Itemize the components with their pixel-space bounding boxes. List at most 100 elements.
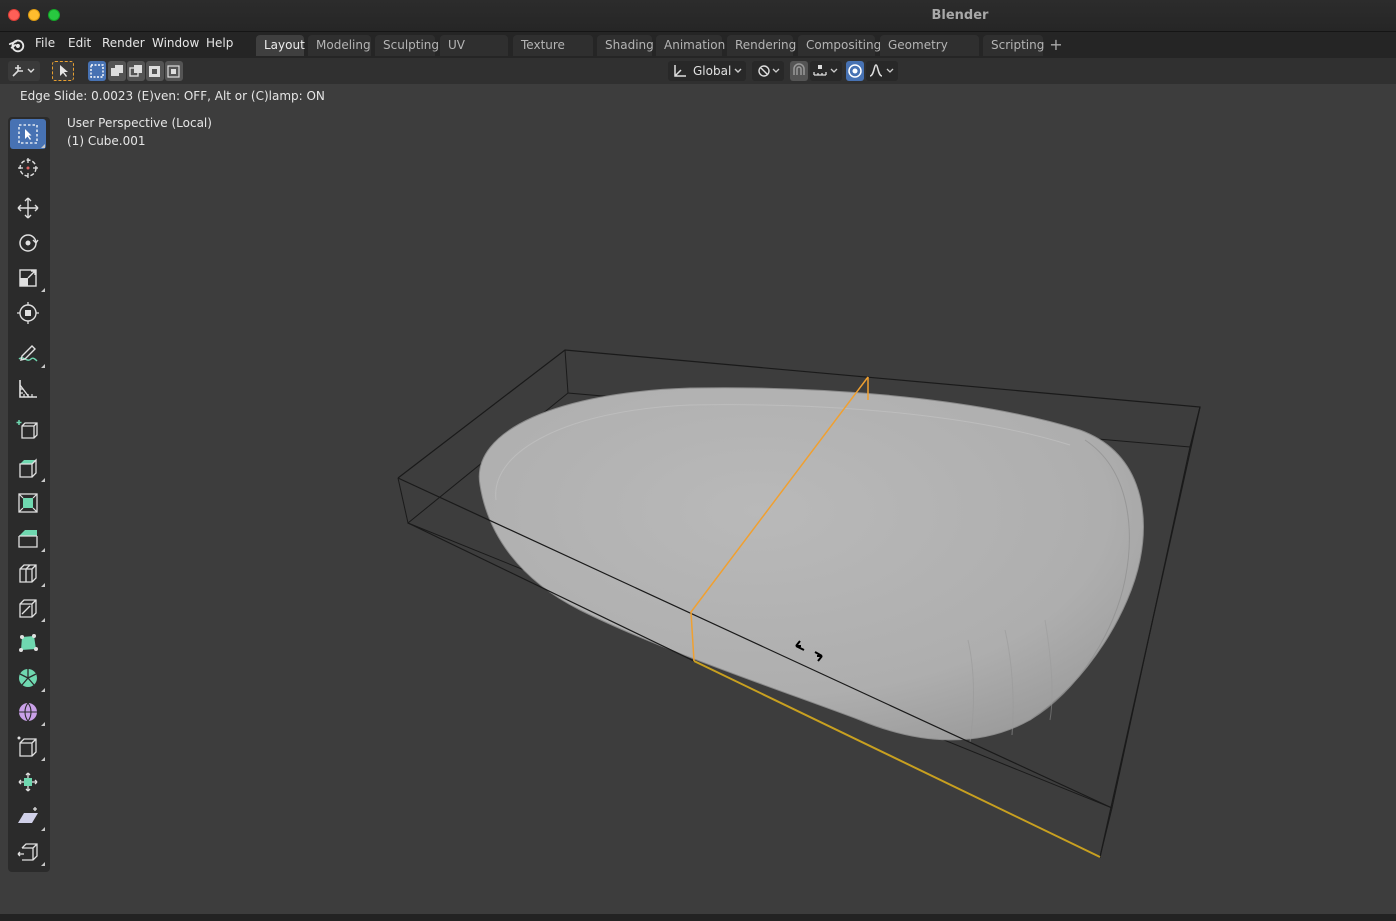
tool-rotate[interactable] — [10, 228, 46, 258]
snap-toggle[interactable] — [790, 61, 808, 81]
select-mode-extend-button[interactable] — [108, 61, 126, 81]
extrude-region-icon — [19, 458, 37, 478]
tool-cursor[interactable] — [10, 153, 46, 183]
tab-geometry-nodes[interactable]: Geometry Nodes — [880, 35, 979, 73]
object-name-label: (1) Cube.001 — [67, 134, 146, 148]
magnet-icon — [793, 63, 805, 75]
select-subtract-icon — [129, 65, 142, 77]
tool-poly-build[interactable] — [10, 628, 46, 658]
chevron-down-icon — [734, 68, 742, 73]
select-mode-subtract-button[interactable] — [127, 61, 145, 81]
operation-status-text: Edge Slide: 0.0023 (E)ven: OFF, Alt or (… — [20, 89, 325, 103]
menu-edit[interactable]: Edit — [68, 36, 91, 50]
tool-shelf — [8, 117, 50, 872]
tab-sculpting[interactable]: Sculpting — [375, 35, 439, 56]
select-extend-icon — [111, 65, 123, 76]
knife-icon — [19, 599, 37, 618]
tab-shading[interactable]: Shading — [597, 35, 654, 56]
tab-texture-paint[interactable]: Texture Paint — [513, 35, 593, 73]
menu-file[interactable]: File — [35, 36, 55, 50]
select-invert-icon — [149, 66, 160, 77]
add-workspace-button[interactable]: + — [1046, 35, 1066, 56]
tool-move[interactable] — [10, 193, 46, 223]
window-title: Blender — [931, 8, 989, 23]
top-bar: File Edit Render Window Help Layout Mode… — [0, 32, 1396, 73]
transform-icon — [17, 302, 39, 324]
menu-help[interactable]: Help — [206, 36, 233, 50]
select-intersect-icon — [167, 65, 180, 78]
viewport-header: Global — [0, 58, 1396, 84]
active-tool-indicator[interactable] — [52, 61, 74, 81]
bevel-icon — [18, 530, 38, 548]
tab-uv-editing[interactable]: UV Editing — [440, 35, 508, 73]
status-bar — [0, 914, 1396, 921]
transform-orientation-dropdown[interactable]: Global — [668, 61, 746, 81]
spin-icon — [19, 669, 37, 687]
3d-viewport[interactable]: User Perspective (Local) (1) Cube.001 — [0, 84, 1396, 914]
tool-bevel[interactable] — [10, 523, 46, 553]
poly-build-icon — [19, 634, 38, 652]
orientation-value: Global — [693, 64, 732, 78]
tool-annotate[interactable] — [10, 339, 46, 369]
tool-smooth[interactable] — [10, 697, 46, 727]
tab-rendering[interactable]: Rendering — [727, 35, 796, 56]
tool-loop-cut[interactable] — [10, 558, 46, 588]
tool-extrude-region[interactable] — [10, 453, 46, 483]
cursor-arrow-icon — [60, 65, 68, 77]
perspective-label: User Perspective (Local) — [67, 116, 212, 130]
3d-cursor-icon — [18, 158, 38, 178]
tab-layout[interactable]: Layout — [256, 35, 305, 56]
select-new-icon — [90, 64, 104, 78]
tab-compositing[interactable]: Compositing — [798, 35, 881, 56]
tool-transform[interactable] — [10, 298, 46, 328]
tool-add-cube[interactable] — [10, 414, 46, 444]
rip-region-icon — [17, 843, 38, 861]
tool-shrink-fatten[interactable] — [10, 767, 46, 797]
blender-logo-icon[interactable] — [8, 36, 26, 54]
tab-scripting[interactable]: Scripting — [983, 35, 1044, 56]
shear-icon — [18, 807, 38, 823]
tool-shear[interactable] — [10, 802, 46, 832]
tool-knife[interactable] — [10, 593, 46, 623]
inset-faces-icon — [18, 493, 38, 513]
snap-increment-icon — [813, 65, 838, 76]
falloff-curve-icon — [869, 64, 894, 77]
tool-scale[interactable] — [10, 263, 46, 293]
tool-measure[interactable] — [10, 374, 46, 404]
viewport-scene[interactable] — [0, 84, 1396, 914]
editor-type-dropdown[interactable] — [8, 61, 40, 81]
tool-edge-slide[interactable] — [10, 732, 46, 762]
select-box-icon — [18, 124, 38, 144]
edge-slide-icon — [17, 736, 37, 757]
proportional-falloff-dropdown[interactable] — [866, 61, 898, 81]
tool-select-box[interactable] — [10, 119, 46, 149]
tool-rip-region[interactable] — [10, 837, 46, 867]
measure-ruler-icon — [19, 380, 37, 398]
menu-render[interactable]: Render — [102, 36, 145, 50]
orientation-axes-icon — [674, 65, 686, 77]
title-bar: Blender — [0, 0, 1396, 32]
smooth-sphere-icon — [19, 702, 37, 722]
move-icon — [17, 197, 39, 219]
mesh-object — [478, 387, 1144, 741]
select-mode-invert-button[interactable] — [146, 61, 164, 81]
rotate-icon — [19, 234, 39, 252]
snap-target-dropdown[interactable] — [810, 61, 842, 81]
select-mode-new-button[interactable] — [88, 61, 106, 81]
annotate-pencil-icon — [18, 345, 38, 362]
select-mode-intersect-button[interactable] — [165, 61, 183, 81]
tool-spin[interactable] — [10, 663, 46, 693]
menu-window[interactable]: Window — [152, 36, 199, 50]
add-cube-icon — [16, 420, 38, 439]
tool-inset-faces[interactable] — [10, 488, 46, 518]
loop-cut-icon — [19, 564, 37, 583]
editor-type-icon — [12, 65, 35, 77]
tab-animation[interactable]: Animation — [656, 35, 725, 56]
shrink-fatten-icon — [18, 772, 38, 792]
tab-modeling[interactable]: Modeling — [308, 35, 371, 56]
scale-icon — [19, 269, 37, 287]
proportional-edit-icon — [848, 64, 862, 78]
proportional-editing-toggle[interactable] — [846, 61, 864, 81]
pivot-point-dropdown[interactable] — [752, 61, 784, 81]
pivot-icon — [758, 65, 780, 77]
